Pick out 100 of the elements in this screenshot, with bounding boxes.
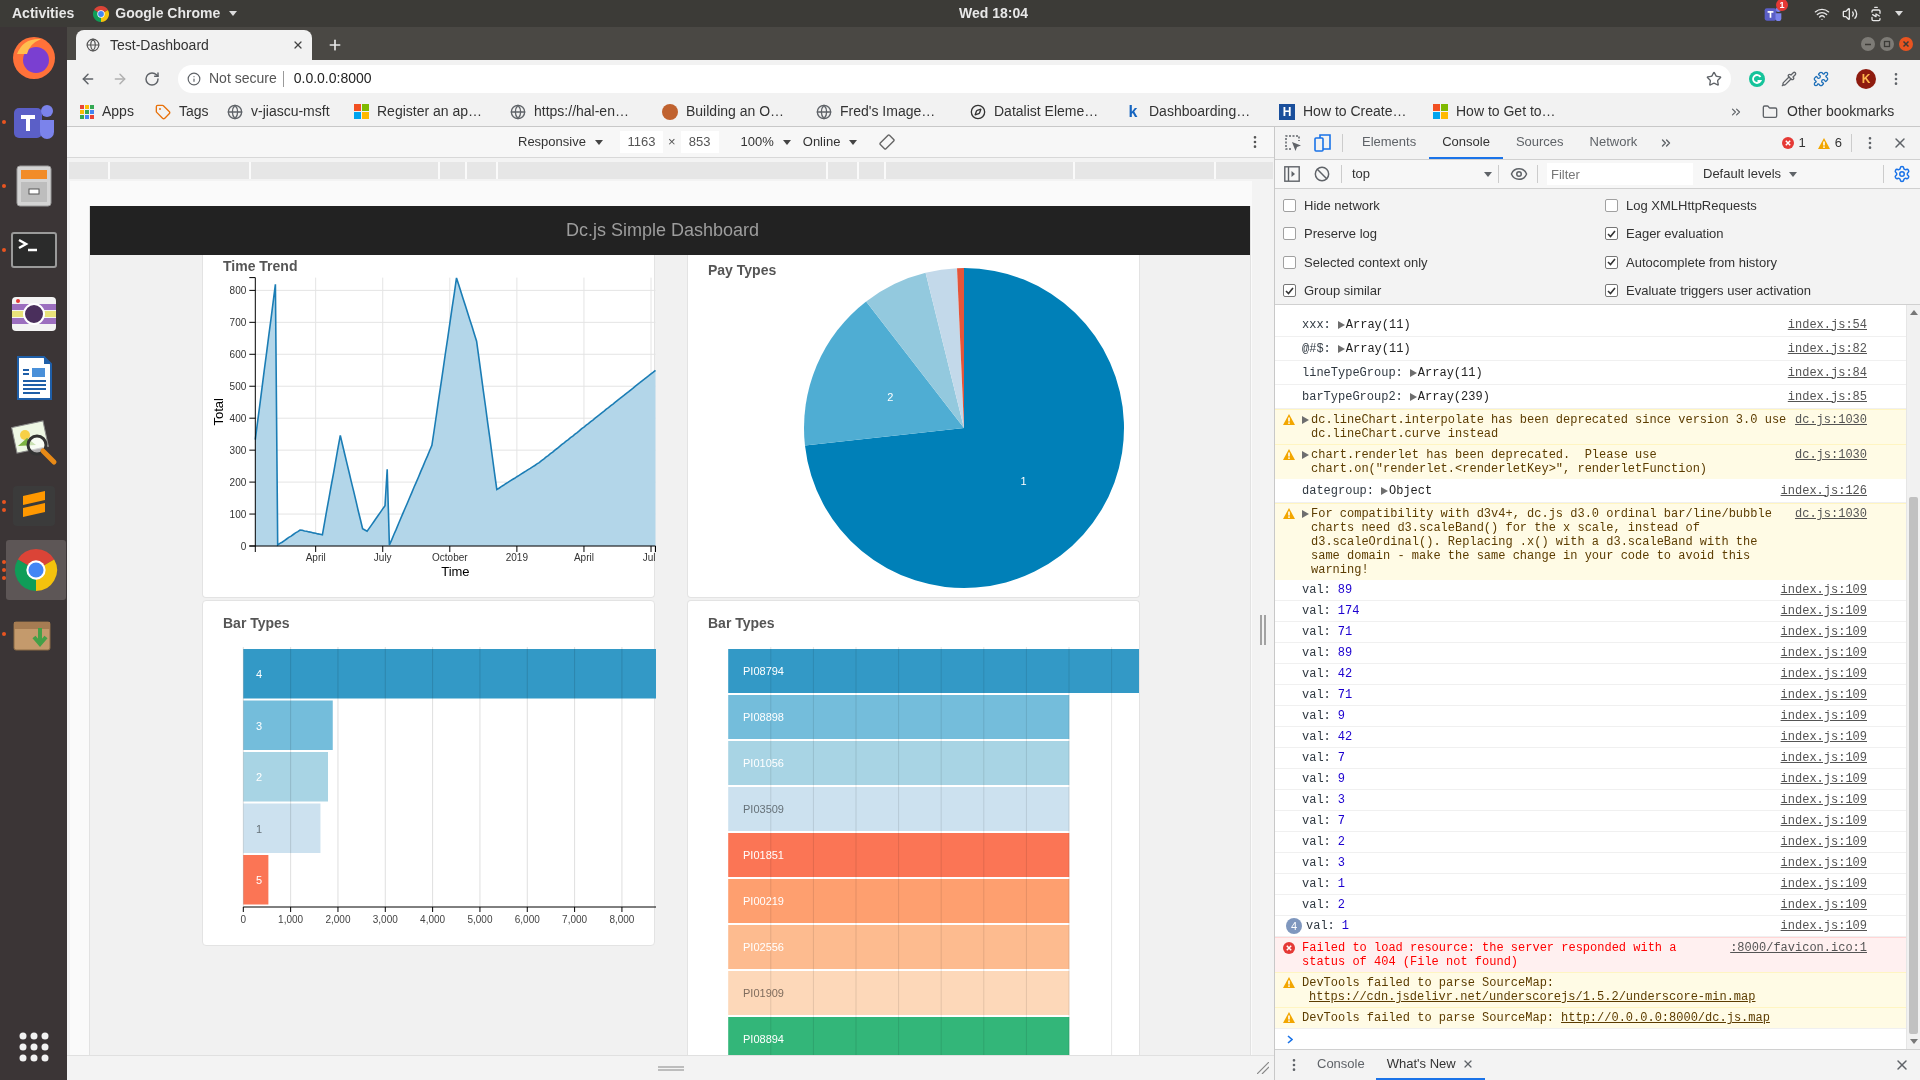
bookmark-item[interactable]: k Dashboarding…: [1125, 101, 1251, 122]
resize-grip-icon[interactable]: [1260, 615, 1266, 645]
source-link[interactable]: index.js:126: [1780, 483, 1867, 498]
source-link[interactable]: :8000/favicon.ico:1: [1730, 941, 1867, 955]
throttling-dropdown[interactable]: Online: [802, 132, 858, 152]
device-mode-dropdown[interactable]: Responsive: [518, 132, 603, 152]
source-link[interactable]: index.js:109: [1780, 646, 1867, 660]
close-icon[interactable]: [1894, 1057, 1910, 1073]
levels-dropdown[interactable]: Default levels: [1703, 164, 1798, 184]
source-link[interactable]: index.js:82: [1787, 341, 1867, 356]
expand-triangle-icon[interactable]: [1337, 344, 1345, 353]
expand-triangle-icon[interactable]: [1409, 392, 1417, 401]
devtools-tab[interactable]: Sources: [1502, 127, 1577, 159]
app-menu[interactable]: Google Chrome: [93, 3, 238, 24]
bookmark-item[interactable]: Apps: [80, 101, 134, 122]
width-field[interactable]: 1163: [619, 131, 663, 153]
checkbox[interactable]: [1605, 284, 1618, 298]
source-link[interactable]: dc.js:1030: [1795, 413, 1867, 427]
extension-icon[interactable]: [1813, 70, 1829, 87]
address-bar[interactable]: Not secure 0.0.0.0:8000: [178, 64, 1731, 93]
source-link[interactable]: index.js:109: [1780, 793, 1867, 807]
context-select[interactable]: top: [1348, 164, 1498, 184]
settings-icon[interactable]: [1893, 165, 1911, 183]
maximize-icon[interactable]: [1880, 36, 1894, 51]
expand-triangle-icon[interactable]: [1409, 368, 1417, 377]
source-link[interactable]: index.js:84: [1787, 365, 1867, 380]
expand-triangle-icon[interactable]: [1337, 320, 1345, 329]
close-tab-icon[interactable]: [292, 39, 304, 51]
clear-console-icon[interactable]: [1314, 166, 1330, 182]
bookmark-item[interactable]: H How to Create…: [1279, 101, 1407, 122]
source-link[interactable]: index.js:109: [1780, 583, 1867, 597]
expand-triangle-icon[interactable]: [1381, 486, 1388, 495]
expand-triangle-icon[interactable]: [1302, 510, 1309, 518]
source-link[interactable]: index.js:109: [1780, 667, 1867, 681]
checkbox[interactable]: [1605, 227, 1618, 241]
bookmark-item[interactable]: Building an O…: [662, 101, 785, 122]
bookmark-star-icon[interactable]: [1706, 70, 1722, 87]
source-link[interactable]: index.js:109: [1780, 751, 1867, 765]
source-link[interactable]: index.js:109: [1780, 772, 1867, 786]
scroll-up-arrow-icon[interactable]: [1909, 310, 1918, 315]
source-link[interactable]: index.js:109: [1780, 604, 1867, 618]
scrollbar-thumb[interactable]: [1909, 497, 1918, 1034]
sidebar-toggle-icon[interactable]: [1284, 166, 1300, 182]
bookmark-item[interactable]: Fred's Image…: [816, 101, 936, 122]
resize-grip-icon[interactable]: [658, 1065, 684, 1071]
devtools-tab[interactable]: Elements: [1349, 127, 1430, 159]
close-icon[interactable]: [1892, 135, 1908, 151]
source-link[interactable]: index.js:109: [1780, 730, 1867, 744]
source-link[interactable]: index.js:109: [1780, 814, 1867, 828]
reload-icon[interactable]: [144, 70, 160, 87]
checkbox[interactable]: [1283, 255, 1296, 269]
activities-button[interactable]: Activities: [12, 3, 75, 24]
bookmark-item[interactable]: https://hal-en…: [510, 101, 629, 122]
browser-logo-icon[interactable]: [6, 540, 66, 600]
info-icon[interactable]: [187, 71, 201, 86]
profile-avatar[interactable]: K: [1856, 68, 1876, 89]
source-link[interactable]: dc.js:1030: [1795, 507, 1867, 521]
source-link[interactable]: index.js:85: [1787, 389, 1867, 404]
image-viewer-icon[interactable]: [9, 418, 58, 466]
browser-tab[interactable]: Test-Dashboard: [76, 30, 312, 60]
other-bookmarks[interactable]: Other bookmarks: [1762, 101, 1895, 122]
device-toggle-icon[interactable]: [1314, 134, 1332, 152]
tilted-phone-icon[interactable]: [879, 134, 896, 150]
new-tab-icon[interactable]: [327, 37, 343, 53]
zoom-dropdown[interactable]: 100%: [740, 132, 791, 152]
source-link[interactable]: dc.js:1030: [1795, 448, 1867, 462]
source-link[interactable]: index.js:109: [1780, 835, 1867, 849]
bookmark-item[interactable]: Tags: [155, 101, 209, 122]
eyedropper-icon[interactable]: [1781, 70, 1797, 87]
battery-icon[interactable]: [1868, 5, 1884, 22]
checkbox[interactable]: [1605, 255, 1618, 269]
checkbox[interactable]: [1605, 198, 1618, 212]
app-grid-icon[interactable]: [18, 1032, 49, 1062]
bookmark-item[interactable]: Register an ap…: [354, 101, 483, 122]
expand-triangle-icon[interactable]: [1302, 416, 1309, 424]
checkbox[interactable]: [1283, 227, 1296, 241]
source-link[interactable]: index.js:54: [1787, 317, 1867, 332]
sourcemap-link[interactable]: http://0.0.0.0:8000/dc.js.map: [1561, 1011, 1770, 1025]
source-link[interactable]: index.js:109: [1780, 898, 1867, 912]
bookmark-item[interactable]: v-jiascu-msft: [227, 101, 330, 122]
corner-resize-icon[interactable]: [1257, 1062, 1269, 1074]
eye-icon[interactable]: [1510, 165, 1528, 183]
bookmark-item[interactable]: How to Get to…: [1433, 101, 1556, 122]
drawer-tab[interactable]: What's New: [1375, 1050, 1485, 1080]
scroll-down-arrow-icon[interactable]: [1909, 1039, 1918, 1044]
checkbox[interactable]: [1283, 198, 1296, 212]
volume-icon[interactable]: [1842, 5, 1858, 22]
minimize-icon[interactable]: [1861, 36, 1875, 51]
inspect-icon[interactable]: [1284, 134, 1302, 152]
sourcemap-link[interactable]: https://cdn.jsdelivr.net/underscorejs/1.5.2/underscore-min.map: [1309, 990, 1756, 1004]
checkbox[interactable]: [1283, 284, 1296, 298]
source-link[interactable]: index.js:109: [1780, 856, 1867, 870]
source-link[interactable]: index.js:109: [1780, 877, 1867, 891]
source-link[interactable]: index.js:109: [1780, 688, 1867, 702]
bookmark-item[interactable]: Datalist Eleme…: [970, 101, 1099, 122]
clock[interactable]: Wed 18:04: [959, 3, 1763, 24]
devtools-tab[interactable]: Network: [1576, 127, 1651, 159]
expand-triangle-icon[interactable]: [1302, 451, 1309, 459]
filter-field[interactable]: Filter: [1547, 163, 1693, 185]
source-link[interactable]: index.js:109: [1780, 919, 1867, 933]
